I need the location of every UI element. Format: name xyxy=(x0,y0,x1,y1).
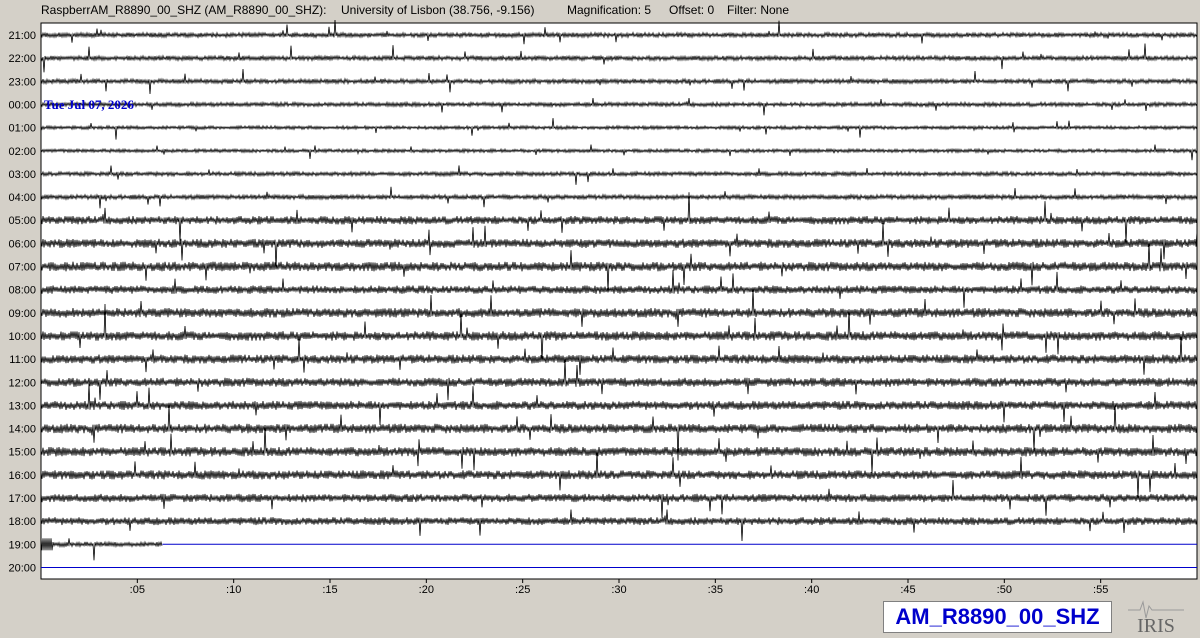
minute-tick-label: :25 xyxy=(515,584,530,596)
minute-tick-label: :50 xyxy=(997,584,1012,596)
iris-logo-icon: IRIS xyxy=(1128,600,1184,636)
iris-logo-text: IRIS xyxy=(1137,615,1175,636)
hour-label: 04:00 xyxy=(8,192,36,204)
station-code-label: AM_R8890_00_SHZ xyxy=(883,601,1112,633)
hour-label: 18:00 xyxy=(8,516,36,528)
minute-tick-label: :45 xyxy=(900,584,915,596)
hour-label: 08:00 xyxy=(8,285,36,297)
minute-tick-label: :10 xyxy=(226,584,241,596)
hour-label: 00:00 xyxy=(8,99,36,111)
hour-label: 19:00 xyxy=(8,539,36,551)
hour-label: 17:00 xyxy=(8,493,36,505)
hour-label: 16:00 xyxy=(8,470,36,482)
minute-tick-label: :05 xyxy=(130,584,145,596)
date-label: Tue Jul 07, 2026 xyxy=(44,97,134,112)
hour-label: 22:00 xyxy=(8,53,36,65)
minute-tick-label: :30 xyxy=(611,584,626,596)
hour-label: 05:00 xyxy=(8,215,36,227)
hour-label: 09:00 xyxy=(8,308,36,320)
hour-label: 11:00 xyxy=(9,354,36,366)
hour-label: 06:00 xyxy=(8,238,36,250)
hour-label: 14:00 xyxy=(8,424,36,436)
station-title: RaspberrAM_R8890_00_SHZ (AM_R8890_00_SHZ… xyxy=(41,3,327,17)
magnification-readout: Magnification: 5 xyxy=(567,3,652,17)
hour-label: 15:00 xyxy=(8,447,36,459)
hour-label: 23:00 xyxy=(8,76,36,88)
hour-label: 20:00 xyxy=(8,562,36,574)
hour-labels: 21:00 22:00 23:00 00:00 01:00 02:00 03:00 04:00… xyxy=(8,30,36,574)
filter-readout: Filter: None xyxy=(727,3,790,17)
hour-label: 13:00 xyxy=(8,400,36,412)
hour-label: 03:00 xyxy=(8,169,36,181)
station-location: University of Lisbon (38.756, -9.156) xyxy=(341,3,535,17)
minute-tick-label: :40 xyxy=(804,584,819,596)
minute-axis: :05 :10 :15 :20 :25 :30 :35 :40 :45 :50 :55 xyxy=(130,579,1108,596)
hour-label: 02:00 xyxy=(8,146,36,158)
minute-tick-label: :15 xyxy=(322,584,337,596)
offset-readout: Offset: 0 xyxy=(669,3,715,17)
hour-label: 07:00 xyxy=(8,262,36,274)
hour-label: 12:00 xyxy=(8,377,36,389)
hour-label: 21:00 xyxy=(8,30,36,42)
minute-tick-label: :35 xyxy=(708,584,723,596)
minute-tick-label: :20 xyxy=(419,584,434,596)
hour-label: 10:00 xyxy=(8,331,36,343)
minute-tick-label: :55 xyxy=(1093,584,1108,596)
helicorder-plot: 21:00 22:00 23:00 00:00 01:00 02:00 03:00 04:00… xyxy=(8,20,1198,596)
header-bar: RaspberrAM_R8890_00_SHZ (AM_R8890_00_SHZ… xyxy=(0,0,1200,20)
hour-label: 01:00 xyxy=(8,123,36,135)
